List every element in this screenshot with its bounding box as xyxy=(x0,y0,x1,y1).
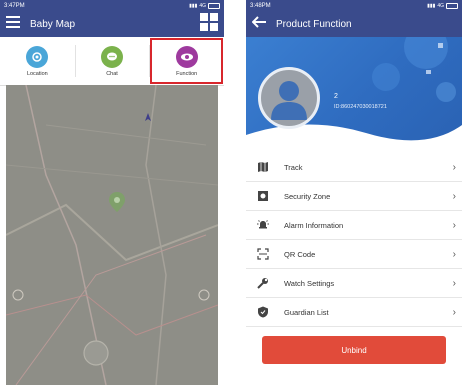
menu-item-watch-settings[interactable]: Watch Settings › xyxy=(246,269,462,298)
chevron-right-icon: › xyxy=(452,277,456,289)
menu-icon[interactable] xyxy=(6,15,20,33)
chevron-right-icon: › xyxy=(452,161,456,173)
back-arrow-icon[interactable] xyxy=(251,15,266,33)
chevron-right-icon: › xyxy=(452,248,456,260)
menu-item-label: Alarm Information xyxy=(284,220,344,230)
menu-item-label: QR Code xyxy=(284,249,316,259)
status-bar: 3:48PM ▮▮▮ 4G xyxy=(246,0,462,11)
chat-icon xyxy=(101,45,123,68)
function-icon xyxy=(175,45,198,68)
qr-code-icon xyxy=(256,247,270,261)
tab-label: Location xyxy=(26,70,48,77)
device-header: 2 ID:860247030018721 xyxy=(246,37,462,147)
shield-icon xyxy=(256,305,270,319)
map-icon xyxy=(256,160,270,174)
chevron-right-icon: › xyxy=(452,306,456,318)
function-menu: Track › Security Zone › Alarm Informatio… xyxy=(246,153,462,327)
status-bar: 3:47PM ▮▮▮ 4G xyxy=(0,0,224,11)
menu-item-track[interactable]: Track › xyxy=(246,153,462,182)
page-title: Product Function xyxy=(276,18,352,30)
page-title: Baby Map xyxy=(30,18,76,30)
map-view[interactable] xyxy=(6,85,218,385)
menu-item-label: Watch Settings xyxy=(284,278,335,288)
chevron-right-icon: › xyxy=(452,190,456,202)
signal-icon: ▮▮▮ xyxy=(189,2,198,9)
map-roads xyxy=(6,85,218,385)
baby-map-screen: 3:47PM ▮▮▮ 4G Baby Map Location Chat Fun… xyxy=(0,0,224,389)
battery-icon xyxy=(208,2,220,9)
security-zone-icon xyxy=(256,189,270,203)
network-label: 4G xyxy=(199,2,206,9)
location-icon xyxy=(26,45,49,68)
menu-item-security-zone[interactable]: Security Zone › xyxy=(246,182,462,211)
menu-item-label: Guardian List xyxy=(284,307,329,317)
unbind-button[interactable]: Unbind xyxy=(262,336,446,364)
person-icon xyxy=(271,81,307,120)
menu-item-label: Track xyxy=(284,162,303,172)
status-time: 3:47PM xyxy=(4,2,25,9)
map-pin-icon[interactable] xyxy=(109,192,125,212)
feature-tabs: Location Chat Function xyxy=(0,37,224,86)
device-name: 2 xyxy=(334,93,338,100)
menu-item-label: Security Zone xyxy=(284,191,331,201)
menu-item-guardian-list[interactable]: Guardian List › xyxy=(246,298,462,327)
status-time: 3:48PM xyxy=(250,2,271,9)
signal-icon: ▮▮▮ xyxy=(427,2,436,9)
tab-label: Chat xyxy=(106,70,118,77)
grid-view-icon[interactable] xyxy=(200,12,218,36)
alarm-icon xyxy=(256,218,270,232)
device-id: ID:860247030018721 xyxy=(334,104,387,110)
app-bar: Product Function xyxy=(246,11,462,37)
app-bar: Baby Map xyxy=(0,11,224,37)
tab-function[interactable]: Function xyxy=(149,37,224,85)
wrench-icon xyxy=(256,276,270,290)
tab-chat[interactable]: Chat xyxy=(74,37,150,85)
menu-item-qr-code[interactable]: QR Code › xyxy=(246,240,462,269)
product-function-screen: 3:48PM ▮▮▮ 4G Product Function 2 ID:8602… xyxy=(246,0,462,389)
compass-icon xyxy=(145,113,151,121)
menu-item-alarm-information[interactable]: Alarm Information › xyxy=(246,211,462,240)
battery-icon xyxy=(446,2,458,9)
tab-location[interactable]: Location xyxy=(0,37,75,85)
chevron-right-icon: › xyxy=(452,219,456,231)
network-label: 4G xyxy=(437,2,444,9)
device-avatar[interactable] xyxy=(258,67,320,129)
tab-label: Function xyxy=(176,70,198,77)
